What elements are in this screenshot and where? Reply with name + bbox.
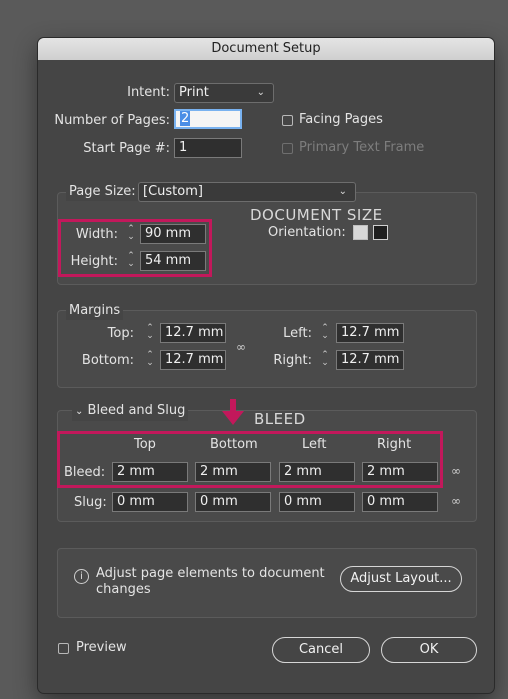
margin-right-spinner-icon[interactable]: ⌃ ⌄ [318, 351, 332, 369]
slug-left-value: 0 mm [284, 494, 322, 509]
width-input[interactable]: 90 mm [140, 224, 206, 244]
number-of-pages-input[interactable]: 2 [174, 109, 242, 129]
page-size-label: Page Size: [66, 183, 139, 201]
margin-left-value: 12.7 mm [341, 325, 400, 340]
adjust-layout-text: Adjust page elements to document changes [96, 566, 325, 597]
slug-bottom-value: 0 mm [200, 494, 238, 509]
orientation-label: Orientation: [268, 225, 346, 240]
facing-pages-checkbox[interactable] [282, 115, 293, 126]
bleed-annotation: BLEED [254, 410, 306, 428]
margin-top-label: Top: [107, 326, 134, 341]
intent-label: Intent: [127, 85, 170, 100]
adjust-layout-button[interactable]: Adjust Layout... [340, 566, 462, 592]
bleed-top-value: 2 mm [117, 464, 155, 479]
bleed-bottom-input[interactable]: 2 mm [195, 462, 271, 482]
bleed-label: Bleed: [64, 465, 106, 480]
slug-top-value: 0 mm [117, 494, 155, 509]
margin-bottom-input[interactable]: 12.7 mm [160, 350, 226, 370]
slug-right-value: 0 mm [367, 494, 405, 509]
chevron-down-icon: ⌄ [338, 186, 347, 197]
document-size-annotation: DOCUMENT SIZE [250, 206, 383, 224]
slug-left-input[interactable]: 0 mm [279, 492, 355, 512]
margin-left-label: Left: [283, 326, 312, 341]
margin-right-input[interactable]: 12.7 mm [336, 350, 404, 370]
intent-select[interactable]: Print ⌄ [174, 83, 274, 103]
ok-button[interactable]: OK [381, 637, 477, 663]
portrait-orientation-icon[interactable] [353, 225, 368, 240]
bleed-left-value: 2 mm [284, 464, 322, 479]
margin-left-spinner-icon[interactable]: ⌃ ⌄ [318, 324, 332, 342]
dialog-title: Document Setup [38, 38, 494, 60]
bleed-slug-title-text: Bleed and Slug [87, 403, 186, 418]
margin-bottom-value: 12.7 mm [165, 352, 224, 367]
bleed-left-input[interactable]: 2 mm [279, 462, 355, 482]
height-label: Height: [70, 254, 118, 269]
number-of-pages-value: 2 [180, 111, 191, 126]
slug-label: Slug: [74, 495, 107, 510]
chain-link-icon[interactable]: ∞ [451, 464, 461, 478]
facing-pages-label: Facing Pages [299, 112, 383, 127]
bleed-slug-title[interactable]: ⌄ Bleed and Slug [72, 402, 189, 421]
start-page-input[interactable]: 1 [174, 138, 242, 158]
margin-right-label: Right: [273, 353, 312, 368]
width-value: 90 mm [145, 226, 192, 241]
bleed-bottom-value: 2 mm [200, 464, 238, 479]
bleed-right-value: 2 mm [367, 464, 405, 479]
preview-label: Preview [76, 640, 127, 655]
arrow-down-icon [222, 399, 244, 427]
bleed-top-input[interactable]: 2 mm [112, 462, 188, 482]
chevron-down-icon: ⌄ [75, 406, 84, 417]
start-page-label: Start Page #: [83, 141, 170, 156]
page-size-select[interactable]: [Custom] ⌄ [138, 182, 356, 202]
margins-group [57, 310, 477, 388]
chain-link-icon[interactable]: ∞ [451, 494, 461, 508]
margin-left-input[interactable]: 12.7 mm [336, 323, 404, 343]
margin-bottom-label: Bottom: [81, 353, 134, 368]
page-size-value: [Custom] [143, 184, 203, 199]
info-icon: i [74, 569, 89, 584]
chain-link-icon[interactable]: ∞ [236, 340, 246, 354]
landscape-orientation-icon[interactable] [373, 225, 388, 240]
chevron-down-icon: ⌄ [256, 87, 265, 98]
height-value: 54 mm [145, 253, 192, 268]
margins-title: Margins [66, 302, 124, 320]
primary-text-frame-checkbox[interactable] [282, 143, 293, 154]
preview-checkbox[interactable] [58, 643, 69, 654]
cancel-button[interactable]: Cancel [272, 637, 370, 663]
slug-top-input[interactable]: 0 mm [112, 492, 188, 512]
width-spinner-icon[interactable]: ⌃ ⌄ [124, 225, 138, 243]
height-spinner-icon[interactable]: ⌃ ⌄ [124, 252, 138, 270]
slug-bottom-input[interactable]: 0 mm [195, 492, 271, 512]
margin-bottom-spinner-icon[interactable]: ⌃ ⌄ [143, 351, 157, 369]
margin-top-input[interactable]: 12.7 mm [160, 323, 226, 343]
margin-right-value: 12.7 mm [341, 352, 400, 367]
slug-right-input[interactable]: 0 mm [362, 492, 438, 512]
margin-top-spinner-icon[interactable]: ⌃ ⌄ [143, 324, 157, 342]
primary-text-frame-label: Primary Text Frame [299, 140, 425, 155]
start-page-value: 1 [179, 140, 188, 155]
bleed-right-input[interactable]: 2 mm [362, 462, 438, 482]
margin-top-value: 12.7 mm [165, 325, 224, 340]
height-input[interactable]: 54 mm [140, 251, 206, 271]
width-label: Width: [75, 227, 118, 242]
intent-value: Print [179, 85, 209, 100]
number-of-pages-label: Number of Pages: [54, 113, 170, 128]
